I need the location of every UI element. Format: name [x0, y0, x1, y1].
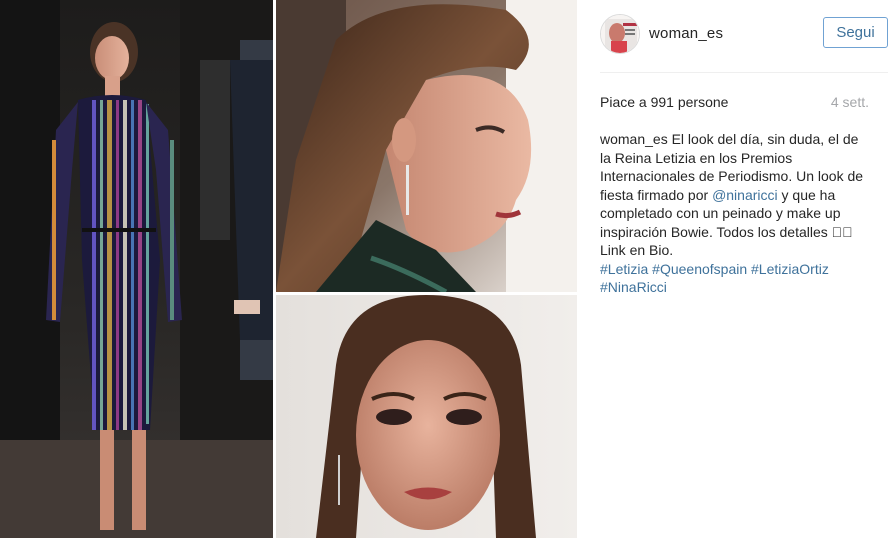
- hashtag-link[interactable]: #Queenofspain: [652, 261, 747, 277]
- header-divider: [600, 72, 888, 73]
- hashtag-link[interactable]: #Letizia: [600, 261, 648, 277]
- post-sidebar: woman_es Segui Piace a 991 persone 4 set…: [577, 0, 890, 538]
- post-caption: woman_es El look del día, sin duda, el d…: [600, 130, 872, 297]
- photo-front-portrait: [276, 295, 577, 538]
- caption-mention[interactable]: @ninaricci: [712, 187, 778, 203]
- post-media[interactable]: [0, 0, 577, 538]
- avatar[interactable]: [600, 14, 640, 54]
- caption-emoji:   : [831, 223, 853, 240]
- hashtag-link[interactable]: #NinaRicci: [600, 279, 667, 295]
- photo-full-length: [0, 0, 273, 538]
- post-header: woman_es Segui: [600, 14, 888, 54]
- post-age[interactable]: 4 sett.: [831, 94, 869, 110]
- hashtag-link[interactable]: #LetiziaOrtiz: [751, 261, 829, 277]
- caption-username[interactable]: woman_es: [600, 131, 668, 147]
- photo-profile-portrait: [276, 0, 577, 292]
- post-author-username[interactable]: woman_es: [649, 25, 723, 42]
- likes-count[interactable]: Piace a 991 persone: [600, 94, 728, 110]
- caption-text: Link en Bio.: [600, 242, 674, 258]
- follow-button[interactable]: Segui: [823, 17, 888, 48]
